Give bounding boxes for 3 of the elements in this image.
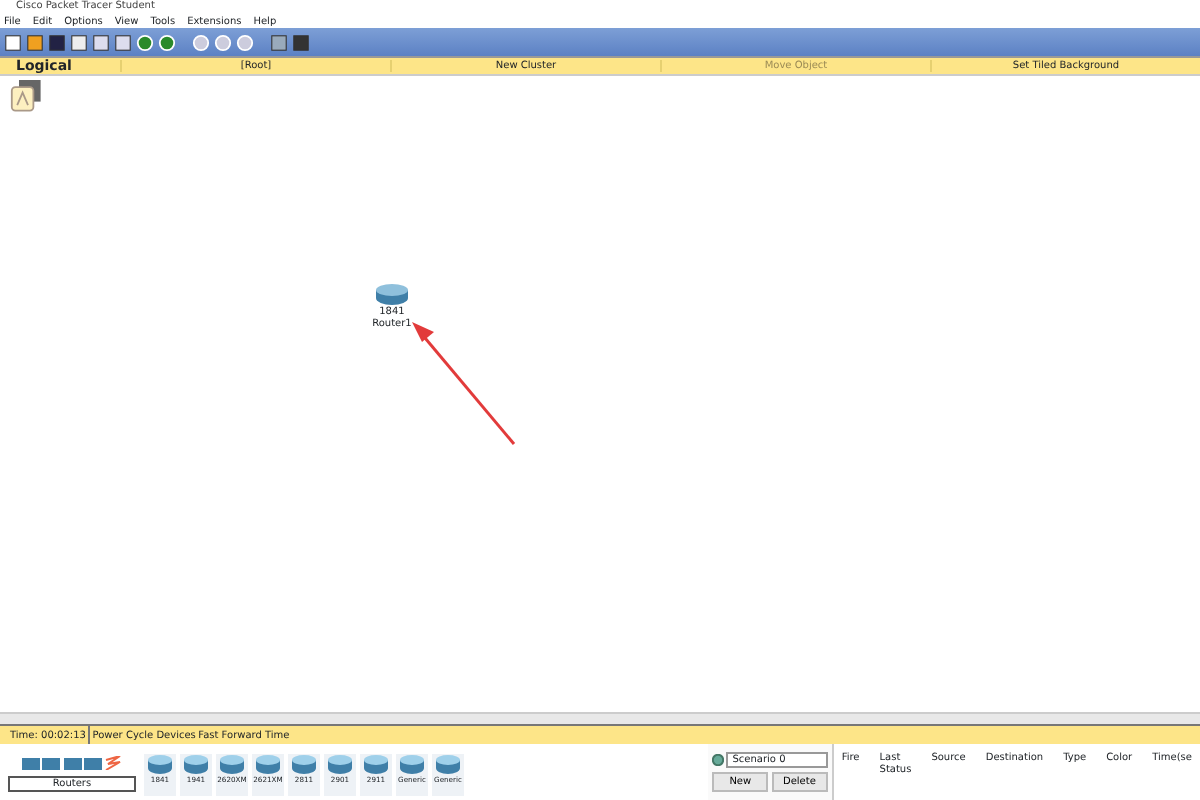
navigation-icon[interactable] [10, 80, 46, 116]
arrow [408, 320, 520, 448]
lightning-icon[interactable] [104, 756, 122, 770]
